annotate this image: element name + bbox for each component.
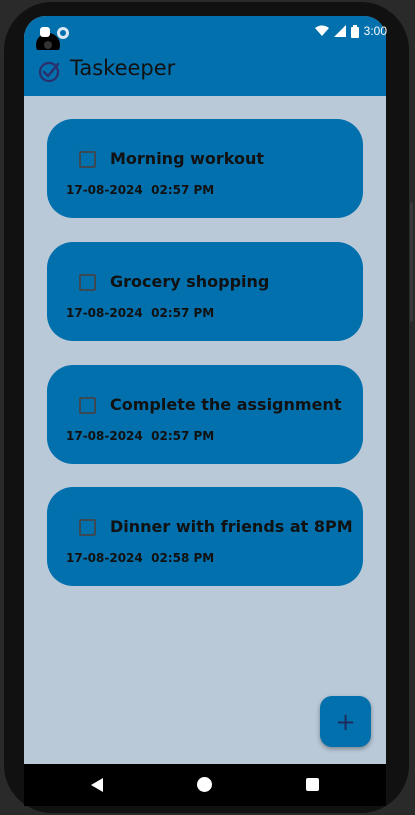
check-circle-icon — [38, 61, 60, 83]
battery-icon — [350, 24, 359, 38]
task-checkbox[interactable] — [79, 519, 96, 536]
task-time: 02:57 PM — [151, 306, 215, 320]
task-title: Grocery shopping — [110, 272, 270, 291]
task-title: Dinner with friends at 8PM — [110, 517, 353, 536]
sync-icon — [57, 27, 69, 39]
app-bar: Taskeeper — [24, 50, 386, 96]
signal-icon — [333, 25, 346, 37]
task-date: 17-08-2024 — [66, 429, 143, 443]
task-checkbox[interactable] — [79, 274, 96, 291]
task-card[interactable]: Dinner with friends at 8PM 17-08-2024 02… — [47, 487, 363, 586]
add-task-button[interactable]: + — [320, 696, 371, 747]
task-timestamp: 17-08-2024 02:58 PM — [66, 551, 214, 565]
home-icon[interactable] — [197, 777, 212, 792]
sim-icon — [40, 27, 50, 37]
task-checkbox[interactable] — [79, 151, 96, 168]
status-time: 3:00 — [363, 24, 387, 38]
task-time: 02:58 PM — [151, 551, 215, 565]
task-date: 17-08-2024 — [66, 183, 143, 197]
task-checkbox[interactable] — [79, 397, 96, 414]
plus-icon: + — [335, 707, 356, 736]
task-title: Morning workout — [110, 149, 264, 168]
app-title: Taskeeper — [70, 56, 176, 80]
task-timestamp: 17-08-2024 02:57 PM — [66, 306, 214, 320]
back-icon[interactable] — [90, 777, 104, 793]
navigation-bar — [24, 764, 386, 806]
task-card[interactable]: Morning workout 17-08-2024 02:57 PM — [47, 119, 363, 218]
recents-icon[interactable] — [306, 778, 319, 791]
task-title: Complete the assignment — [110, 395, 342, 414]
task-date: 17-08-2024 — [66, 551, 143, 565]
wifi-icon — [314, 25, 329, 36]
task-timestamp: 17-08-2024 02:57 PM — [66, 183, 214, 197]
task-card[interactable]: Grocery shopping 17-08-2024 02:57 PM — [47, 242, 363, 341]
status-icons: 3:00 — [314, 24, 387, 38]
task-time: 02:57 PM — [151, 429, 215, 443]
task-date: 17-08-2024 — [66, 306, 143, 320]
task-card[interactable]: Complete the assignment 17-08-2024 02:57… — [47, 365, 363, 464]
task-timestamp: 17-08-2024 02:57 PM — [66, 429, 214, 443]
task-time: 02:57 PM — [151, 183, 215, 197]
